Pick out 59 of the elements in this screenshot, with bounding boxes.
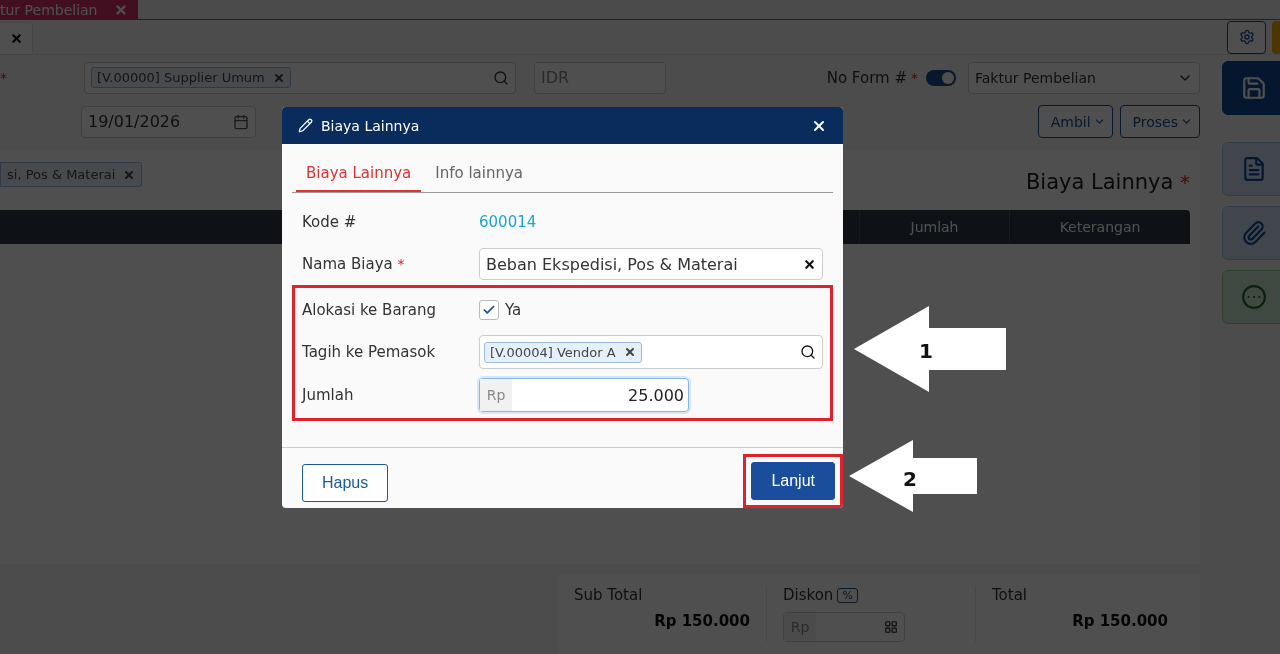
card-title: Biaya Lainnya * — [1025, 170, 1190, 194]
dropdown-button[interactable]: Ambil — [1037, 105, 1113, 138]
dialog-tab[interactable]: Info lainnya — [425, 156, 534, 192]
clear-icon[interactable] — [803, 257, 816, 271]
amount-label: Jumlah — [302, 386, 355, 404]
total-label: Total — [992, 586, 1029, 604]
dropdown-button[interactable]: Proses — [1119, 105, 1200, 138]
dialog-title: Biaya Lainnya — [321, 117, 421, 134]
allocate-option: Ya — [505, 301, 522, 319]
settings-icon — [1238, 29, 1255, 45]
cost-name-label: Nama Biaya * — [302, 255, 406, 273]
form-number-label: No Form # — [826, 68, 907, 87]
vendor-tag: [V.00004] Vendor A — [484, 341, 642, 363]
form-tab[interactable] — [0, 22, 33, 54]
total-value: Rp 150.000 — [1071, 612, 1168, 630]
required-mark: * — [0, 69, 8, 86]
supplier-tag: [V.00000] Supplier Umum — [91, 67, 291, 88]
column-header: Keterangan — [1009, 210, 1190, 244]
required-mark: * — [911, 69, 918, 86]
continue-button[interactable]: Lanjut — [751, 462, 835, 500]
check-icon — [482, 303, 496, 317]
save-button[interactable] — [1222, 61, 1280, 115]
toolbar-button[interactable] — [1272, 20, 1280, 54]
save-icon — [1241, 75, 1267, 101]
subtotal-value: Rp 150.000 — [653, 612, 750, 630]
grid-icon[interactable] — [884, 620, 898, 634]
document-tab[interactable]: tur Pembelian — [0, 0, 138, 19]
subtotal-label: Sub Total — [574, 586, 644, 604]
form-type-select[interactable]: Faktur Pembelian — [968, 61, 1200, 94]
more-button[interactable] — [1222, 270, 1280, 324]
document-icon — [1241, 156, 1267, 182]
percent-toggle[interactable]: % — [837, 587, 858, 603]
callout-number: 2 — [903, 467, 917, 491]
calendar-icon[interactable] — [233, 113, 249, 130]
bill-to-label: Tagih ke Pemasok — [302, 343, 437, 361]
attachment-button[interactable] — [1222, 206, 1280, 260]
search-icon[interactable] — [800, 344, 816, 360]
dialog-tab[interactable]: Biaya Lainnya — [296, 156, 422, 192]
allocate-checkbox[interactable] — [479, 300, 499, 320]
delete-button[interactable]: Hapus — [302, 464, 389, 502]
cost-tag: si, Pos & Materai — [0, 162, 143, 187]
amount-field[interactable]: Rp 25.000 — [479, 378, 689, 412]
code-label: Kode # — [302, 213, 358, 231]
discount-label: Diskon — [783, 586, 834, 604]
bill-to-field[interactable]: [V.00004] Vendor A — [479, 335, 823, 369]
more-icon — [1241, 284, 1267, 310]
cost-name-field[interactable]: Beban Ekspedisi, Pos & Materai — [479, 248, 823, 280]
callout-number: 1 — [919, 339, 933, 363]
document-tab-label: tur Pembelian — [0, 1, 98, 18]
code-link[interactable]: 600014 — [479, 213, 537, 231]
column-header: Jumlah — [859, 210, 1009, 244]
date-field[interactable]: 19/01/2026 — [81, 105, 256, 138]
remove-icon[interactable] — [623, 346, 636, 358]
settings-button[interactable] — [1227, 20, 1266, 54]
pencil-icon — [298, 118, 313, 133]
allocate-label: Alokasi ke Barang — [302, 301, 437, 319]
document-button[interactable] — [1222, 142, 1280, 196]
paperclip-icon — [1241, 220, 1267, 246]
form-number-toggle[interactable] — [926, 69, 956, 86]
